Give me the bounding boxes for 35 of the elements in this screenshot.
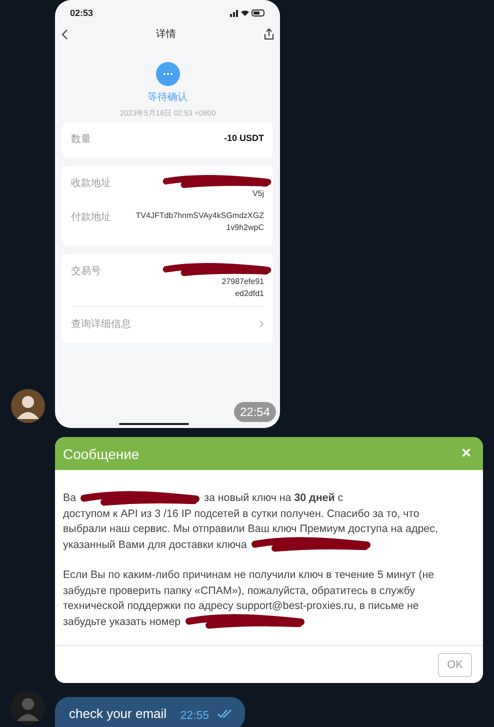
message-text: check your email xyxy=(69,706,167,721)
field-label: 交易号 xyxy=(71,264,101,278)
message-text: доступом к API из 3 /16 IP подсетей в сутки получен. Спасибо за то, что xyxy=(63,506,420,522)
field-label: 数量 xyxy=(71,133,91,146)
ok-button[interactable]: OK xyxy=(438,652,472,677)
transaction-status: 等待确认 xyxy=(148,90,188,104)
close-button[interactable]: × xyxy=(462,446,471,462)
field-value: 1v9h2wpC xyxy=(226,222,264,234)
message-text: выбрали наш сервис. Мы отправили Ваш ключ Премиум доступа на адрес, xyxy=(63,522,438,538)
status-time: 02:53 xyxy=(70,8,94,18)
page-title: 详情 xyxy=(156,28,176,41)
avatar[interactable] xyxy=(10,389,44,423)
field-label: 收款地址 xyxy=(71,176,111,190)
chevron-right-icon xyxy=(259,320,264,328)
message-time: 22:55 xyxy=(180,710,209,722)
back-icon[interactable] xyxy=(61,28,68,40)
message-text: забудьте проверить папку «СПАМ»), пожалуйста, обратитесь в службу xyxy=(63,584,415,599)
field-value: -10 USDT xyxy=(224,132,264,144)
field-value: TV4JFTdb7hnmSVAy4kSGmdzXGZ xyxy=(136,210,264,222)
message-text: Если Вы по каким-либо причинам не получили ключ в течение 5 минут (не xyxy=(63,568,434,584)
field-value: V5j xyxy=(252,188,264,200)
field-value: 27987efe91 xyxy=(222,276,264,288)
message-text: за новый ключ на 30 дней с xyxy=(204,491,344,506)
message-text: технической поддержки по адресу support@best-proxies.ru, в письме не xyxy=(63,599,419,614)
status-icons xyxy=(230,9,266,17)
message-text: забудьте указать номер xyxy=(63,614,181,630)
details-link[interactable]: 查询详细信息 xyxy=(71,306,264,337)
message-text: указанный Вами для доставки ключа xyxy=(63,538,247,553)
dialog-title: Сообщение xyxy=(63,446,140,462)
share-icon[interactable] xyxy=(264,28,274,40)
message-text: Ва xyxy=(63,491,76,506)
field-value: ed2dfd1 xyxy=(235,288,264,300)
message-time: 22:54 xyxy=(234,402,276,422)
pending-icon xyxy=(156,62,180,86)
field-label: 付款地址 xyxy=(71,210,111,224)
